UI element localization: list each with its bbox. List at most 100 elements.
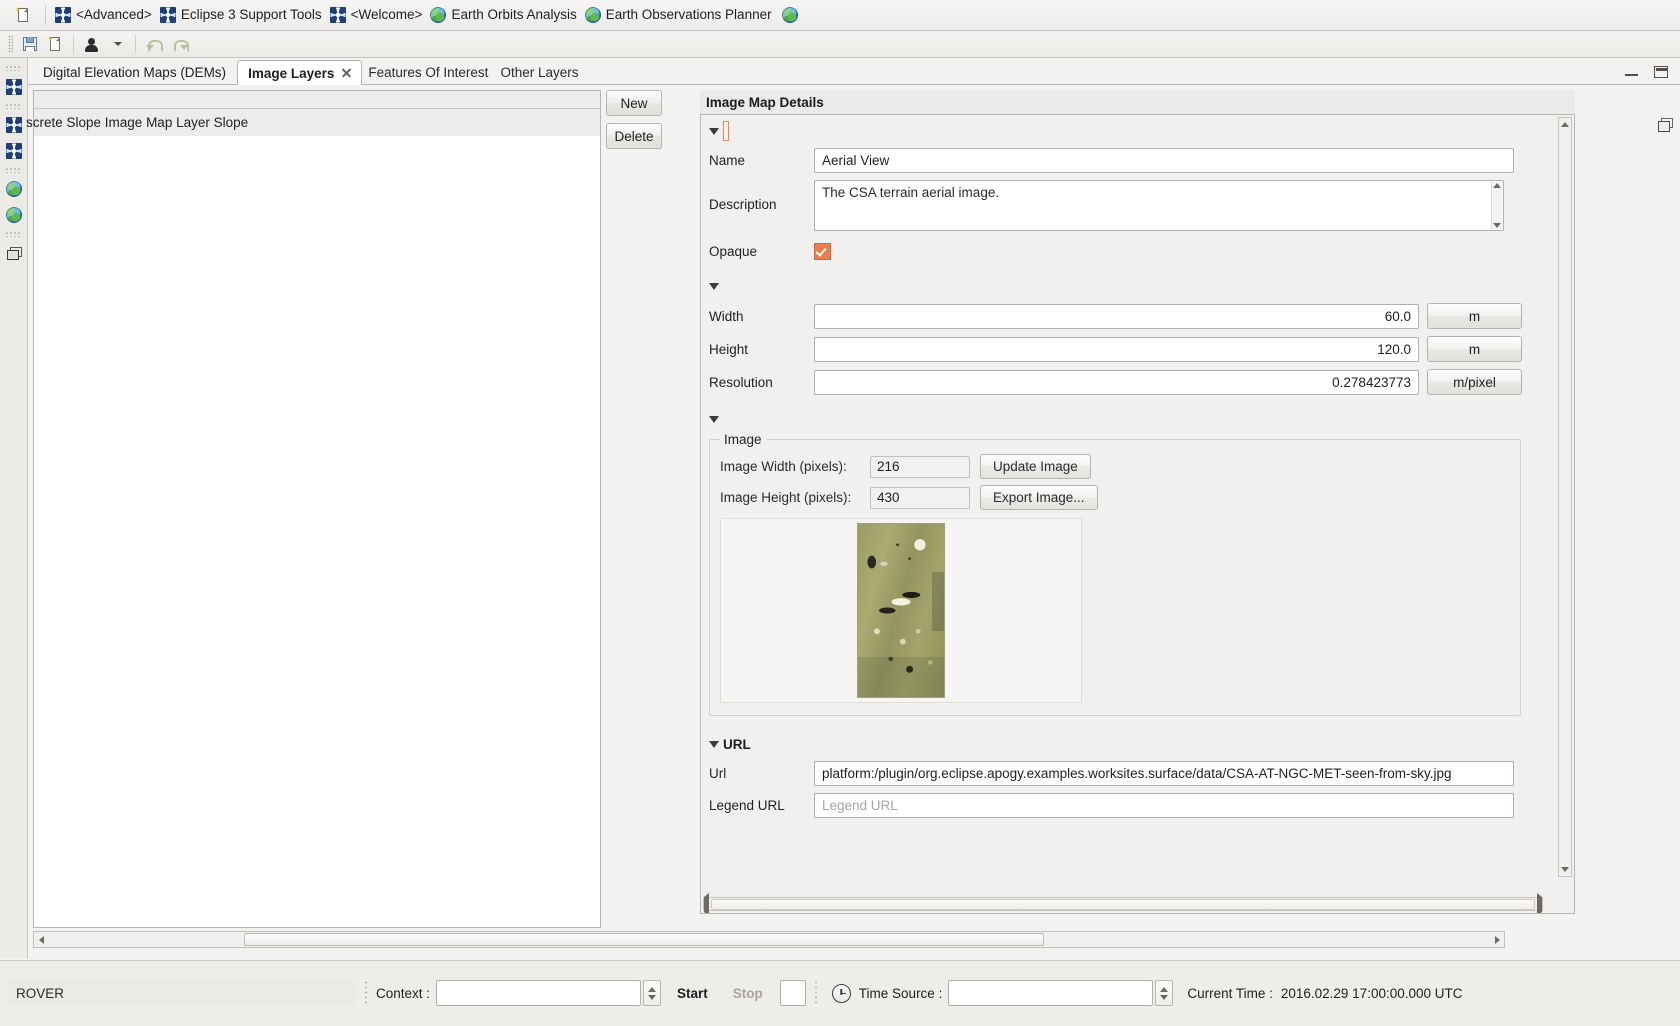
editor-horizontal-scrollbar[interactable] bbox=[33, 931, 1505, 948]
new-wizard-icon bbox=[14, 6, 32, 24]
resolution-input[interactable]: 0.278423773 bbox=[814, 369, 1419, 395]
time-source-label: Time Source : bbox=[858, 985, 943, 1001]
fastview-item-3[interactable] bbox=[3, 140, 25, 162]
url-section-toggle[interactable]: URL bbox=[709, 734, 1539, 754]
height-input[interactable]: 120.0 bbox=[814, 336, 1419, 362]
scrollbar-thumb[interactable] bbox=[711, 898, 1535, 910]
start-button[interactable]: Start bbox=[668, 980, 717, 1006]
scroll-left-button[interactable] bbox=[34, 932, 48, 947]
perspective-label: <Advanced> bbox=[76, 7, 152, 23]
spinner-up-icon bbox=[648, 986, 657, 992]
list-item[interactable]: screte Slope Image Map Layer Slope bbox=[26, 109, 600, 136]
scroll-left-button[interactable] bbox=[704, 892, 709, 913]
perspective-item-advanced[interactable]: <Advanced> bbox=[53, 2, 158, 28]
image-width-row: Image Width (pixels): 216 Update Image bbox=[720, 454, 1510, 479]
image-section-toggle[interactable] bbox=[709, 409, 1539, 429]
details-body: Name Aerial View Description The CSA ter… bbox=[700, 114, 1575, 914]
description-scrollbar[interactable] bbox=[1491, 182, 1502, 229]
perspective-item-trailing[interactable] bbox=[781, 7, 798, 23]
dimensions-section-toggle[interactable] bbox=[709, 276, 1539, 296]
description-row: Description The CSA terrain aerial image… bbox=[709, 180, 1539, 231]
image-width-label: Image Width (pixels): bbox=[720, 459, 847, 474]
details-horizontal-scrollbar[interactable] bbox=[703, 892, 1543, 913]
image-width-input[interactable]: 216 bbox=[870, 455, 970, 478]
restore-view-button[interactable] bbox=[3, 242, 25, 264]
status-separator bbox=[813, 980, 818, 1006]
clock-icon[interactable] bbox=[831, 983, 851, 1003]
description-textarea[interactable]: The CSA terrain aerial image. bbox=[814, 180, 1504, 231]
scrollbar-thumb[interactable] bbox=[244, 933, 1044, 946]
restore-view-icon bbox=[7, 246, 22, 260]
spinner-down-icon bbox=[648, 994, 657, 1000]
tab-image-layers[interactable]: Image Layers bbox=[237, 60, 363, 85]
fastview-grip bbox=[5, 103, 22, 109]
legend-url-input[interactable]: Legend URL bbox=[814, 793, 1514, 818]
image-layers-list[interactable]: screte Slope Image Map Layer Slope bbox=[26, 90, 601, 928]
fastview-item-1[interactable] bbox=[3, 76, 25, 98]
tab-features-of-interest[interactable]: Features Of Interest bbox=[362, 60, 494, 84]
check-icon bbox=[815, 245, 827, 257]
fastview-item-2[interactable] bbox=[3, 114, 25, 136]
scroll-up-button[interactable] bbox=[1559, 118, 1571, 131]
editor-tab-row: Digital Elevation Maps (DEMs) Image Laye… bbox=[28, 58, 1680, 85]
perspective-item-welcome[interactable]: <Welcome> bbox=[328, 2, 429, 28]
close-icon[interactable] bbox=[341, 68, 351, 78]
time-source-spinner[interactable] bbox=[1155, 980, 1174, 1006]
context-spinner[interactable] bbox=[643, 980, 662, 1006]
resolution-row: Resolution 0.278423773 m/pixel bbox=[709, 369, 1539, 395]
toolbar-separator bbox=[73, 35, 74, 53]
new-wizard-button[interactable] bbox=[44, 33, 67, 55]
name-input[interactable]: Aerial View bbox=[814, 148, 1514, 173]
new-button[interactable]: New bbox=[606, 90, 662, 116]
fastview-item-5[interactable] bbox=[3, 204, 25, 226]
rover-label: ROVER bbox=[16, 985, 65, 1001]
details-vertical-scrollbar[interactable] bbox=[1558, 117, 1572, 877]
scroll-down-button[interactable] bbox=[1559, 863, 1571, 876]
time-source-combo[interactable] bbox=[948, 980, 1154, 1006]
opaque-label: Opaque bbox=[709, 244, 758, 259]
maximize-icon[interactable] bbox=[1654, 66, 1668, 78]
tab-other-layers[interactable]: Other Layers bbox=[494, 60, 584, 84]
person-button[interactable] bbox=[80, 33, 103, 55]
toolbar-separator bbox=[135, 35, 136, 53]
minimize-icon[interactable] bbox=[1624, 66, 1640, 78]
delete-button[interactable]: Delete bbox=[606, 123, 662, 149]
save-button[interactable] bbox=[18, 33, 41, 55]
chevron-down-icon bbox=[113, 42, 122, 46]
perspective-item-earth-orbits-analysis[interactable]: Earth Orbits Analysis bbox=[428, 2, 582, 28]
scroll-right-button[interactable] bbox=[1537, 892, 1542, 913]
image-map-details-panel: Image Map Details Name Aerial View Descr… bbox=[700, 90, 1575, 928]
fastview-item-4[interactable] bbox=[3, 178, 25, 200]
tab-digital-elevation-maps[interactable]: Digital Elevation Maps (DEMs) bbox=[32, 60, 237, 84]
height-unit-button[interactable]: m bbox=[1427, 336, 1522, 362]
undo-button[interactable] bbox=[142, 33, 165, 55]
image-group-title: Image bbox=[720, 432, 766, 447]
general-section-toggle[interactable] bbox=[709, 121, 1539, 141]
legend-url-row: Legend URL Legend URL bbox=[709, 793, 1539, 818]
image-height-input[interactable]: 430 bbox=[870, 486, 970, 509]
context-combo[interactable] bbox=[436, 980, 642, 1006]
opaque-row: Opaque bbox=[709, 243, 1539, 260]
image-preview-frame bbox=[720, 518, 1082, 703]
editor-window-controls bbox=[1624, 66, 1668, 78]
width-label: Width bbox=[709, 308, 744, 324]
restore-icon[interactable] bbox=[1658, 118, 1673, 132]
opaque-checkbox[interactable] bbox=[814, 243, 831, 260]
update-image-button[interactable]: Update Image bbox=[980, 454, 1091, 479]
open-perspective-button[interactable] bbox=[8, 0, 38, 30]
current-time-value: 2016.02.29 17:00:00.000 UTC bbox=[1280, 985, 1463, 1001]
person-dropdown-button[interactable] bbox=[106, 33, 129, 55]
eclipse-perspective-icon bbox=[159, 7, 176, 23]
fastview-grip bbox=[5, 231, 22, 237]
perspective-label: <Welcome> bbox=[350, 7, 423, 23]
width-unit-button[interactable]: m bbox=[1427, 303, 1522, 329]
export-image-button[interactable]: Export Image... bbox=[980, 485, 1098, 510]
redo-button[interactable] bbox=[168, 33, 191, 55]
url-input[interactable]: platform:/plugin/org.eclipse.apogy.examp… bbox=[814, 761, 1514, 786]
scroll-right-button[interactable] bbox=[1490, 932, 1504, 947]
width-input[interactable]: 60.0 bbox=[814, 303, 1419, 329]
perspective-item-eclipse-3-support-tools[interactable]: Eclipse 3 Support Tools bbox=[158, 2, 328, 28]
perspective-item-earth-observations-planner[interactable]: Earth Observations Planner bbox=[583, 2, 778, 28]
toolbar-grip[interactable] bbox=[8, 35, 13, 53]
resolution-unit-button[interactable]: m/pixel bbox=[1427, 369, 1522, 395]
